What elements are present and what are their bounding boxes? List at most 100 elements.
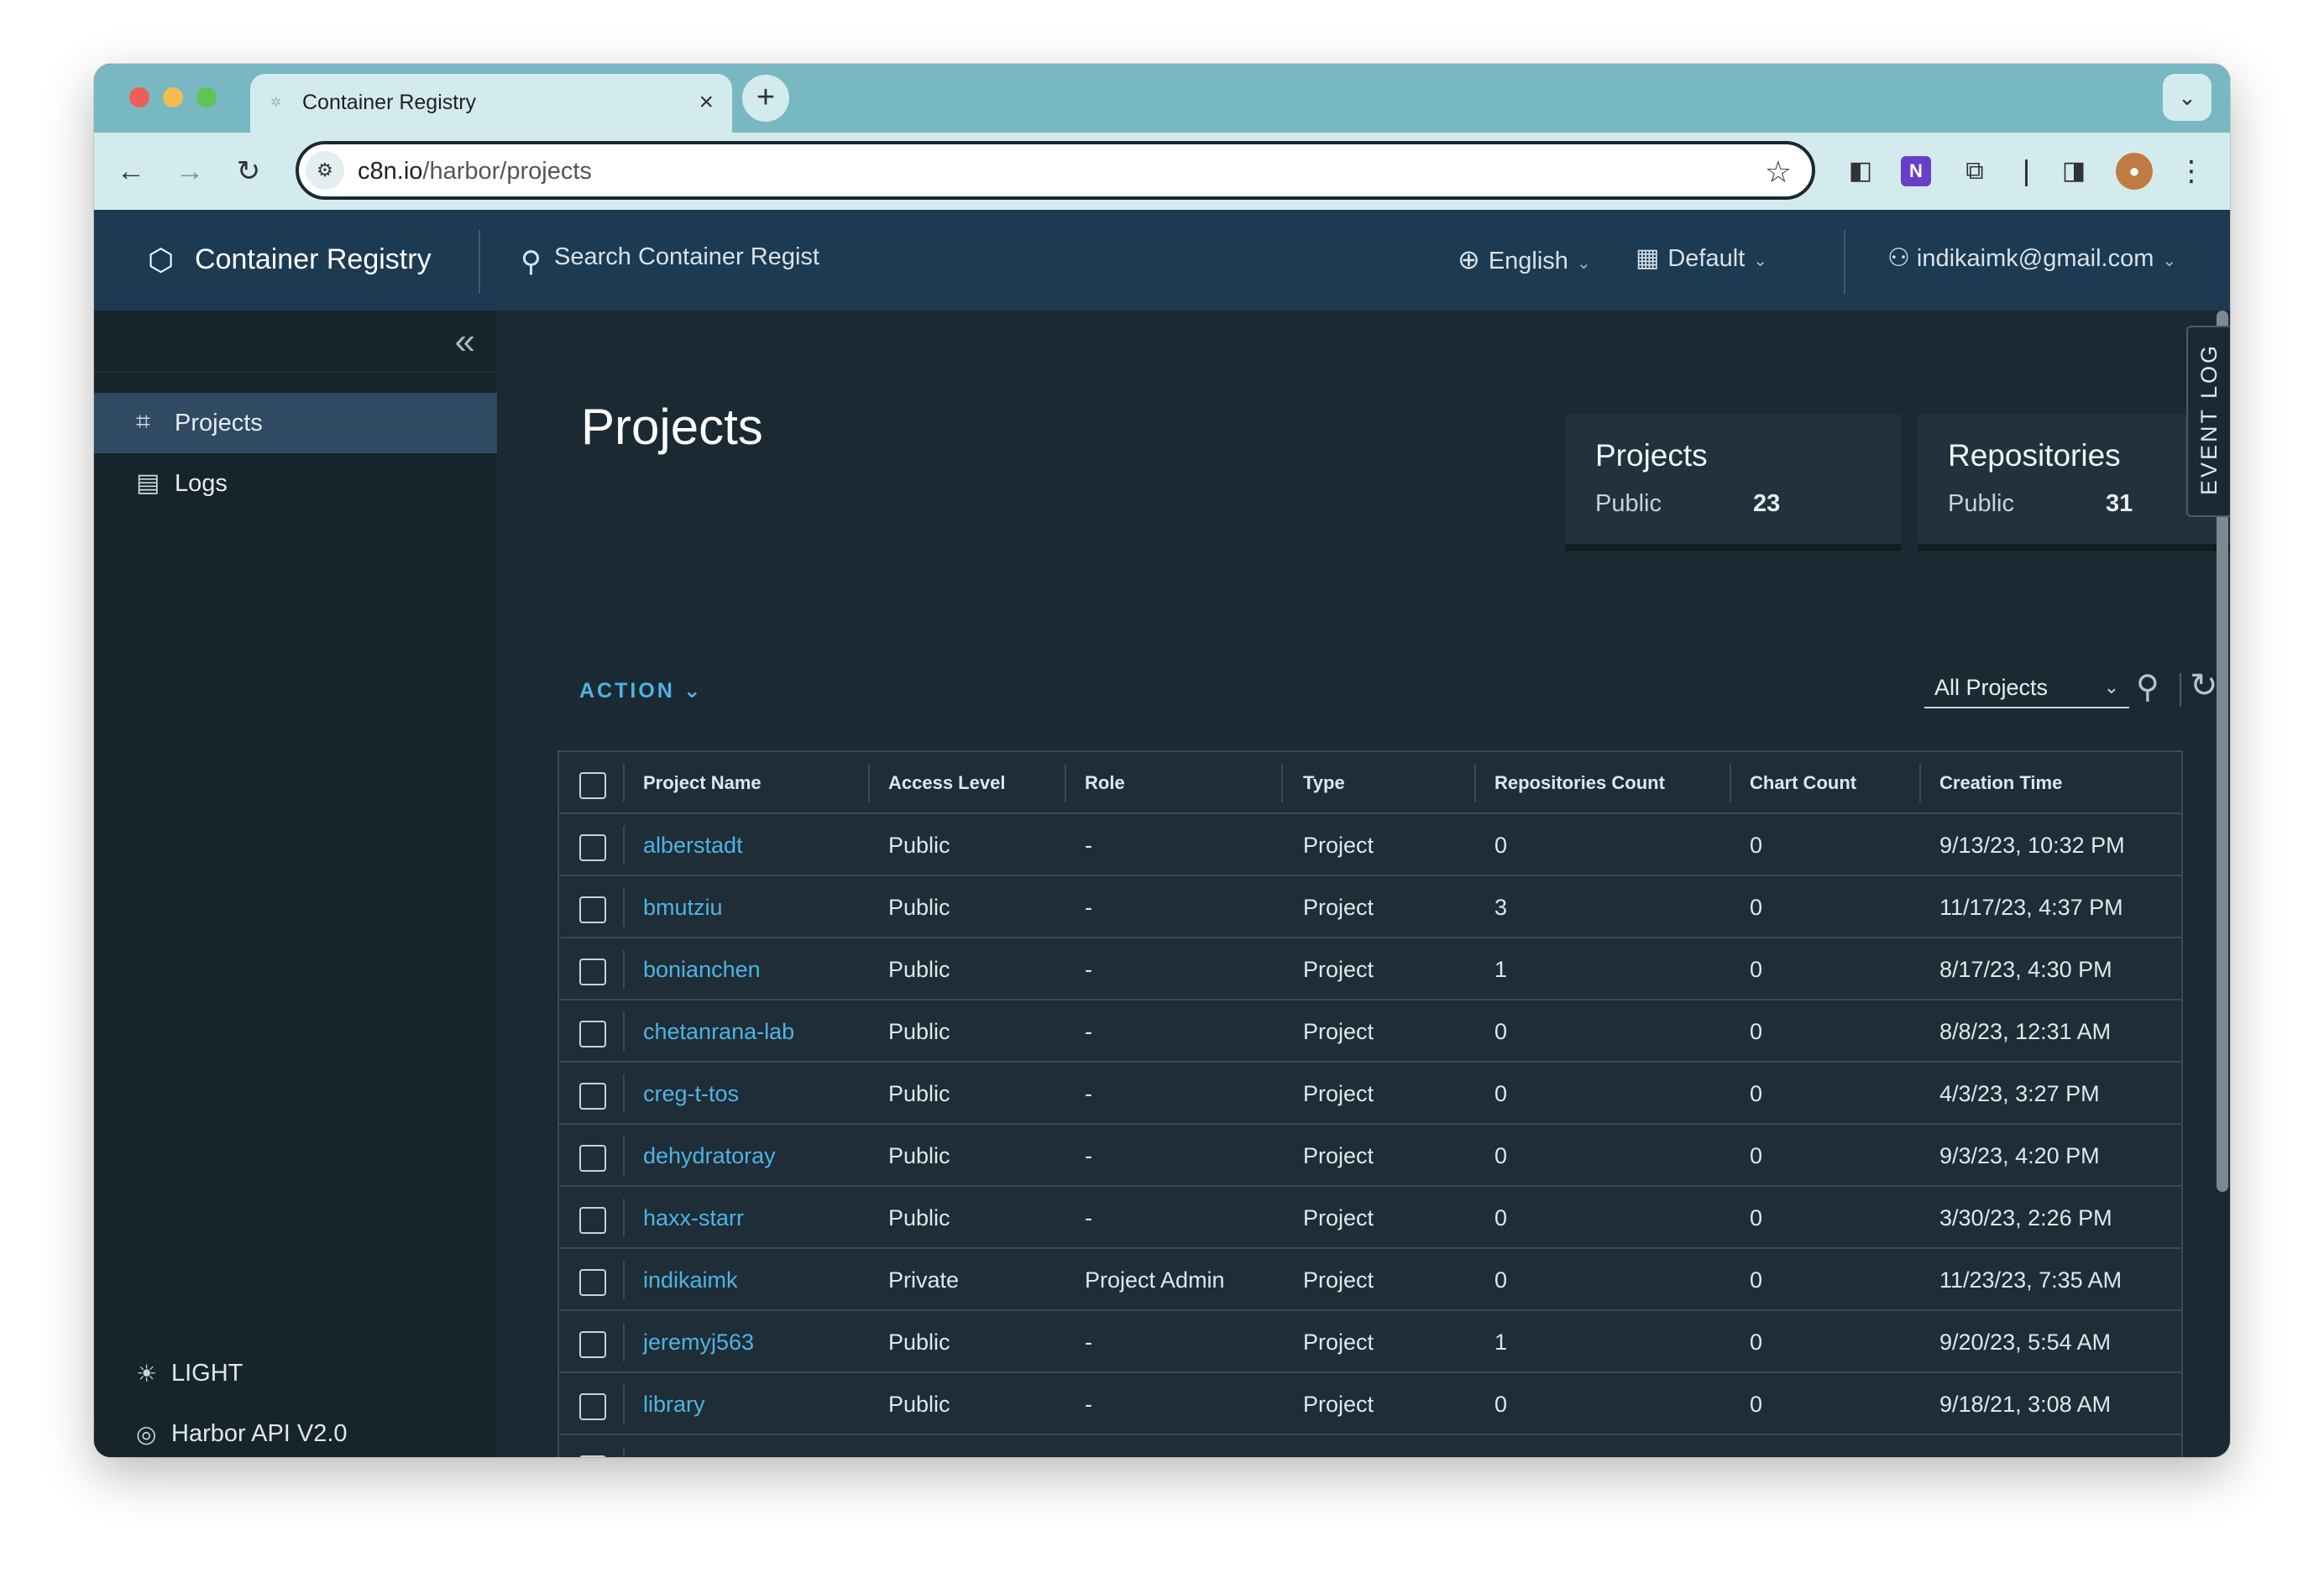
sidebar-item-logs[interactable]: ▤ Logs xyxy=(94,453,497,514)
select-all-checkbox[interactable] xyxy=(579,772,606,799)
column-header[interactable]: Repositories Count xyxy=(1494,772,1665,794)
user-menu[interactable]: ⚇ indikaimk@gmail.com ⌄ xyxy=(1887,243,2176,273)
table-row[interactable]: bmutziu Public - Project 3 0 11/17/23, 4:37 PM xyxy=(559,876,2181,938)
extension-icon[interactable]: ◧ xyxy=(1842,153,1879,190)
type-cell: Project xyxy=(1303,1205,1374,1230)
table-row[interactable]: alberstadt Public - Project 0 0 9/13/23, 10:32… xyxy=(559,814,2181,876)
role-cell: - xyxy=(1085,1454,1092,1457)
column-header[interactable]: Role xyxy=(1085,772,1125,794)
reload-icon[interactable]: ↻ xyxy=(228,151,269,191)
column-divider xyxy=(623,826,625,865)
project-name-link[interactable]: dehydratoray xyxy=(643,1143,776,1169)
column-divider xyxy=(623,888,625,927)
row-checkbox[interactable] xyxy=(579,1207,606,1234)
language-dropdown[interactable]: ⊕ English ⌄ xyxy=(1458,243,1591,275)
maximize-window-button[interactable] xyxy=(196,87,217,107)
collapse-sidebar-icon[interactable]: « xyxy=(455,321,475,363)
row-checkbox[interactable] xyxy=(579,1083,606,1110)
table-row[interactable]: indikaimk Private Project Admin Project 0 0 11… xyxy=(559,1249,2181,1311)
close-window-button[interactable] xyxy=(129,87,149,107)
table-row[interactable]: jeremyj563 Public - Project 1 0 9/20/23, 5:54 … xyxy=(559,1311,2181,1373)
project-name-link[interactable]: bmutziu xyxy=(643,895,723,921)
address-bar[interactable]: ⚙ c8n.io/harbor/projects ☆ xyxy=(296,141,1815,200)
bookmark-star-icon[interactable]: ☆ xyxy=(1765,154,1792,190)
table-row[interactable]: chetanrana-lab Public - Project 0 0 8/8/23, 12… xyxy=(559,1000,2181,1063)
column-divider[interactable] xyxy=(868,764,870,802)
globe-icon: ⊕ xyxy=(1458,244,1480,274)
site-settings-icon[interactable]: ⚙ xyxy=(306,151,344,190)
column-divider[interactable] xyxy=(1730,764,1731,802)
harbor-api-link[interactable]: ◎ Harbor API V2.0 xyxy=(94,1408,497,1457)
project-name-link[interactable]: indikaimk xyxy=(643,1267,738,1293)
header-divider xyxy=(1844,230,1845,294)
row-checkbox[interactable] xyxy=(579,1269,606,1296)
more-menu-icon[interactable]: ⋮ xyxy=(2173,153,2210,190)
column-header[interactable]: Type xyxy=(1303,772,1345,794)
column-header[interactable]: Access Level xyxy=(888,772,1005,794)
row-checkbox[interactable] xyxy=(579,1021,606,1047)
row-checkbox[interactable] xyxy=(579,1331,606,1358)
brand-name[interactable]: Container Registry xyxy=(195,243,432,276)
harbor-api-label: Harbor API V2.0 xyxy=(171,1420,348,1447)
chart-count-cell: 0 xyxy=(1750,1081,1763,1106)
row-checkbox[interactable] xyxy=(579,1455,606,1457)
forward-arrow-icon[interactable]: → xyxy=(170,151,210,191)
row-checkbox[interactable] xyxy=(579,834,606,861)
project-name-link[interactable]: library xyxy=(643,1392,705,1418)
card-value: 31 xyxy=(2106,490,2133,517)
search-icon[interactable]: ⚲ xyxy=(2136,668,2159,706)
sidebar-collapse-row: « xyxy=(94,311,497,373)
column-divider[interactable] xyxy=(1065,764,1066,802)
tab-close-icon[interactable]: × xyxy=(699,87,714,118)
tab-search-chevron-icon[interactable]: ⌄ xyxy=(2163,74,2211,121)
sidebar-item-projects[interactable]: ⌗ Projects xyxy=(94,393,497,453)
column-header[interactable]: Creation Time xyxy=(1939,772,2062,794)
project-name-link[interactable]: jeremyj563 xyxy=(643,1330,754,1356)
project-name-link[interactable]: bonianchen xyxy=(643,957,761,983)
table-row[interactable]: haxx-starr Public - Project 0 0 3/30/23, 2:26 … xyxy=(559,1187,2181,1249)
column-header[interactable]: Project Name xyxy=(643,772,762,794)
project-name-link[interactable]: alberstadt xyxy=(643,833,743,859)
new-tab-button[interactable]: + xyxy=(742,75,789,122)
project-name-link[interactable]: lkrzyzak xyxy=(643,1454,725,1457)
table-row[interactable]: library Public - Project 0 0 9/18/21, 3:08 AM xyxy=(559,1373,2181,1435)
refresh-icon[interactable]: ↻ xyxy=(2190,666,2218,705)
column-divider[interactable] xyxy=(1474,764,1476,802)
column-header[interactable]: Chart Count xyxy=(1750,772,1856,794)
table-row[interactable]: dehydratoray Public - Project 0 0 9/3/23, 4:20… xyxy=(559,1125,2181,1187)
column-divider[interactable] xyxy=(1281,764,1283,802)
row-checkbox[interactable] xyxy=(579,1145,606,1172)
project-name-link[interactable]: haxx-starr xyxy=(643,1205,744,1231)
url-text[interactable]: c8n.io/harbor/projects xyxy=(358,158,592,185)
repositories-count-cell: 3 xyxy=(1494,1454,1507,1457)
table-row[interactable]: creg-t-tos Public - Project 0 0 4/3/23, 3:27 P… xyxy=(559,1063,2181,1125)
row-checkbox[interactable] xyxy=(579,1393,606,1420)
table-row[interactable]: lkrzyzak Public - Project 3 0 10/7/23, 1:45 AM xyxy=(559,1435,2181,1457)
event-log-tab[interactable]: EVENT LOG xyxy=(2186,326,2230,517)
action-dropdown[interactable]: ACTION ⌄ xyxy=(579,678,704,703)
project-name-link[interactable]: creg-t-tos xyxy=(643,1081,739,1107)
side-panel-icon[interactable]: ◨ xyxy=(2055,153,2092,190)
date-format-dropdown[interactable]: ▦ Default ⌄ xyxy=(1636,243,1767,273)
project-name-link[interactable]: chetanrana-lab xyxy=(643,1019,794,1045)
project-filter-select[interactable]: All Projects ⌄ xyxy=(1924,670,2129,708)
logs-icon: ▤ xyxy=(136,469,160,497)
minimize-window-button[interactable] xyxy=(163,87,183,107)
table-row[interactable]: bonianchen Public - Project 1 0 8/17/23, 4:30 … xyxy=(559,938,2181,1000)
column-divider[interactable] xyxy=(1919,764,1921,802)
onenote-icon[interactable]: N xyxy=(1901,156,1931,186)
creation-time-cell: 9/18/21, 3:08 AM xyxy=(1939,1392,2112,1417)
column-divider xyxy=(623,764,625,802)
profile-avatar[interactable]: ● xyxy=(2116,153,2153,190)
access-level-cell: Public xyxy=(888,1205,950,1230)
row-checkbox[interactable] xyxy=(579,959,606,985)
row-checkbox[interactable] xyxy=(579,896,606,923)
global-search-input[interactable]: Search Container Regist xyxy=(554,243,819,271)
repositories-count-cell: 0 xyxy=(1494,1019,1508,1044)
theme-toggle[interactable]: ☀ LIGHT xyxy=(94,1348,497,1398)
back-arrow-icon[interactable]: ← xyxy=(111,151,151,191)
type-cell: Project xyxy=(1303,1392,1374,1417)
extensions-puzzle-icon[interactable]: ⧉ xyxy=(1956,153,1993,190)
browser-tab[interactable]: ✲ Container Registry × xyxy=(250,74,732,133)
type-cell: Project xyxy=(1303,1330,1374,1355)
